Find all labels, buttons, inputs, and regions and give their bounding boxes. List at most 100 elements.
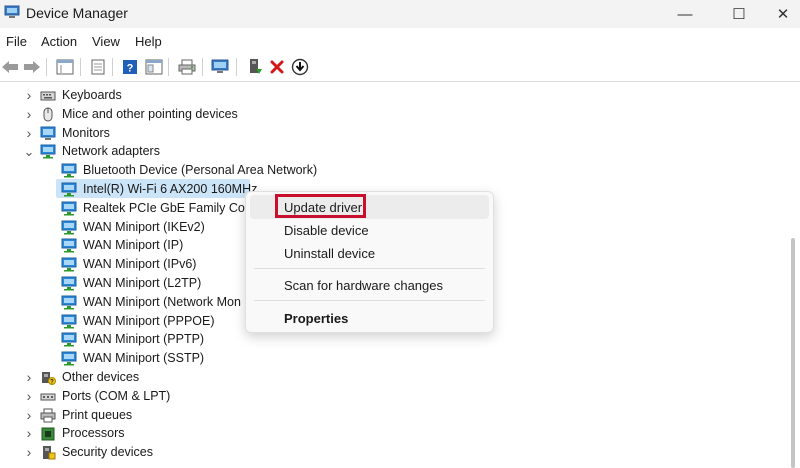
update-driver-icon — [250, 59, 262, 74]
toolbar-separator — [168, 58, 169, 76]
close-icon: ✕ — [776, 6, 790, 23]
tree-category[interactable]: › Ports (COM & LPT) — [0, 387, 786, 406]
disable-device-menu-item[interactable]: Disable device — [284, 223, 369, 238]
menu-help[interactable]: Help — [135, 34, 162, 49]
tree-device[interactable]: WAN Miniport (SSTP) — [0, 349, 786, 368]
printer-icon — [40, 408, 56, 423]
tree-category[interactable]: ⌄ Network adapters — [0, 142, 786, 161]
uninstall-button[interactable] — [267, 57, 287, 77]
tree-item-label: Network adapters — [62, 144, 160, 159]
device-manager-icon — [4, 5, 20, 18]
help-icon: ? — [123, 60, 137, 75]
toolbar-separator — [46, 58, 47, 76]
download-circle-icon — [291, 58, 309, 76]
network-icon — [61, 163, 77, 178]
chevron-down-icon[interactable]: ⌄ — [24, 142, 35, 161]
print-button[interactable] — [177, 57, 197, 77]
properties-sheet-icon — [56, 59, 74, 75]
security-icon — [43, 446, 56, 460]
svg-text:?: ? — [127, 63, 134, 75]
update-driver-button[interactable] — [245, 57, 265, 77]
toolbar-separator — [112, 58, 113, 76]
network-icon — [61, 332, 77, 347]
menu-file[interactable]: File — [6, 34, 27, 49]
tree-item-label: Print queues — [62, 407, 133, 422]
print-icon — [178, 59, 196, 75]
tree-category[interactable]: › Security devices — [0, 443, 786, 462]
properties-button[interactable] — [55, 57, 75, 77]
tree-item-label: Processors — [62, 426, 125, 441]
chevron-right-icon[interactable]: › — [24, 387, 34, 406]
properties-menu-item[interactable]: Properties — [284, 311, 348, 326]
tree-item-label: WAN Miniport (L2TP) — [83, 276, 202, 290]
back-button[interactable] — [0, 57, 20, 77]
tree-item-label: WAN Miniport (IKEv2) — [83, 219, 205, 234]
close-button[interactable]: ✕ — [760, 0, 800, 28]
scan-hardware-button[interactable] — [210, 57, 230, 77]
tree-item-label: WAN Miniport (PPPOE) — [83, 313, 215, 328]
other-devices-icon: ? — [42, 372, 56, 385]
maximize-button[interactable]: ☐ — [716, 0, 762, 28]
chevron-right-icon[interactable]: › — [24, 105, 34, 124]
toolbar-separator — [80, 58, 81, 76]
tree-item-label: WAN Miniport (Network Mon — [83, 294, 241, 309]
view-pane-button[interactable] — [144, 57, 164, 77]
tree-category[interactable]: › Print queues — [0, 406, 786, 425]
network-icon — [61, 238, 77, 253]
back-arrow-icon — [2, 61, 18, 73]
network-icon — [61, 182, 77, 197]
chevron-right-icon[interactable]: › — [24, 368, 34, 387]
network-icon — [40, 144, 56, 159]
tree-item-label: Realtek PCIe GbE Family Contr — [83, 200, 260, 215]
tree-item-label: Keyboards — [62, 88, 122, 102]
tree-item-label: Bluetooth Device (Personal Area Network) — [83, 163, 318, 178]
monitor-icon — [40, 126, 56, 140]
uninstall-x-icon — [270, 60, 284, 74]
minimize-button[interactable]: — — [662, 0, 708, 28]
page-button[interactable] — [88, 57, 108, 77]
tree-item-label: Other devices — [62, 370, 140, 384]
scrollbar-thumb[interactable] — [791, 238, 795, 468]
page-icon — [91, 59, 105, 75]
network-icon — [61, 220, 77, 235]
menu-bar: File Action View Help — [0, 30, 800, 52]
chevron-right-icon[interactable]: › — [24, 406, 34, 425]
network-icon — [61, 257, 77, 272]
forward-button[interactable] — [22, 57, 42, 77]
window-title: Device Manager — [26, 5, 128, 21]
title-bar: Device Manager — ☐ ✕ — [0, 0, 800, 28]
chevron-right-icon[interactable]: › — [24, 443, 34, 462]
download-button[interactable] — [290, 57, 310, 77]
tree-category[interactable]: › Monitors — [0, 124, 786, 143]
chevron-right-icon[interactable]: › — [24, 124, 34, 143]
chevron-right-icon[interactable]: › — [24, 424, 34, 443]
tree-item-label: Security devices — [62, 445, 154, 460]
tree-item-label: Intel(R) Wi-Fi 6 AX200 160MHz — [83, 182, 258, 196]
tree-category[interactable]: › Mice and other pointing devices — [0, 105, 786, 124]
tree-item-label: Monitors — [62, 125, 110, 140]
mouse-icon — [43, 107, 53, 122]
tree-item-label: Ports (COM & LPT) — [62, 388, 171, 403]
menu-action[interactable]: Action — [41, 34, 77, 49]
tree-category[interactable]: › Processors — [0, 424, 786, 443]
port-icon — [40, 393, 56, 401]
network-icon — [61, 201, 77, 216]
help-button[interactable]: ? — [120, 57, 140, 77]
network-icon — [61, 351, 77, 366]
forward-arrow-icon — [24, 61, 40, 73]
tree-item-label: WAN Miniport (IP) — [83, 238, 184, 253]
scan-hardware-menu-item[interactable]: Scan for hardware changes — [284, 278, 443, 293]
tree-device[interactable]: Bluetooth Device (Personal Area Network) — [0, 161, 786, 180]
tree-category[interactable]: ›? Other devices — [0, 368, 786, 387]
tree-device[interactable]: WAN Miniport (PPTP) — [0, 330, 786, 349]
uninstall-device-menu-item[interactable]: Uninstall device — [284, 246, 375, 261]
chevron-right-icon[interactable]: › — [24, 86, 34, 105]
menu-view[interactable]: View — [92, 34, 120, 49]
scan-monitor-icon — [211, 59, 229, 73]
tree-category[interactable]: › Keyboards — [0, 86, 786, 105]
toolbar: ? — [0, 53, 800, 82]
tree-item-label: WAN Miniport (SSTP) — [83, 351, 205, 366]
update-driver-highlight-box — [275, 194, 366, 218]
context-menu-separator — [254, 300, 485, 301]
vertical-scrollbar[interactable] — [786, 82, 800, 468]
